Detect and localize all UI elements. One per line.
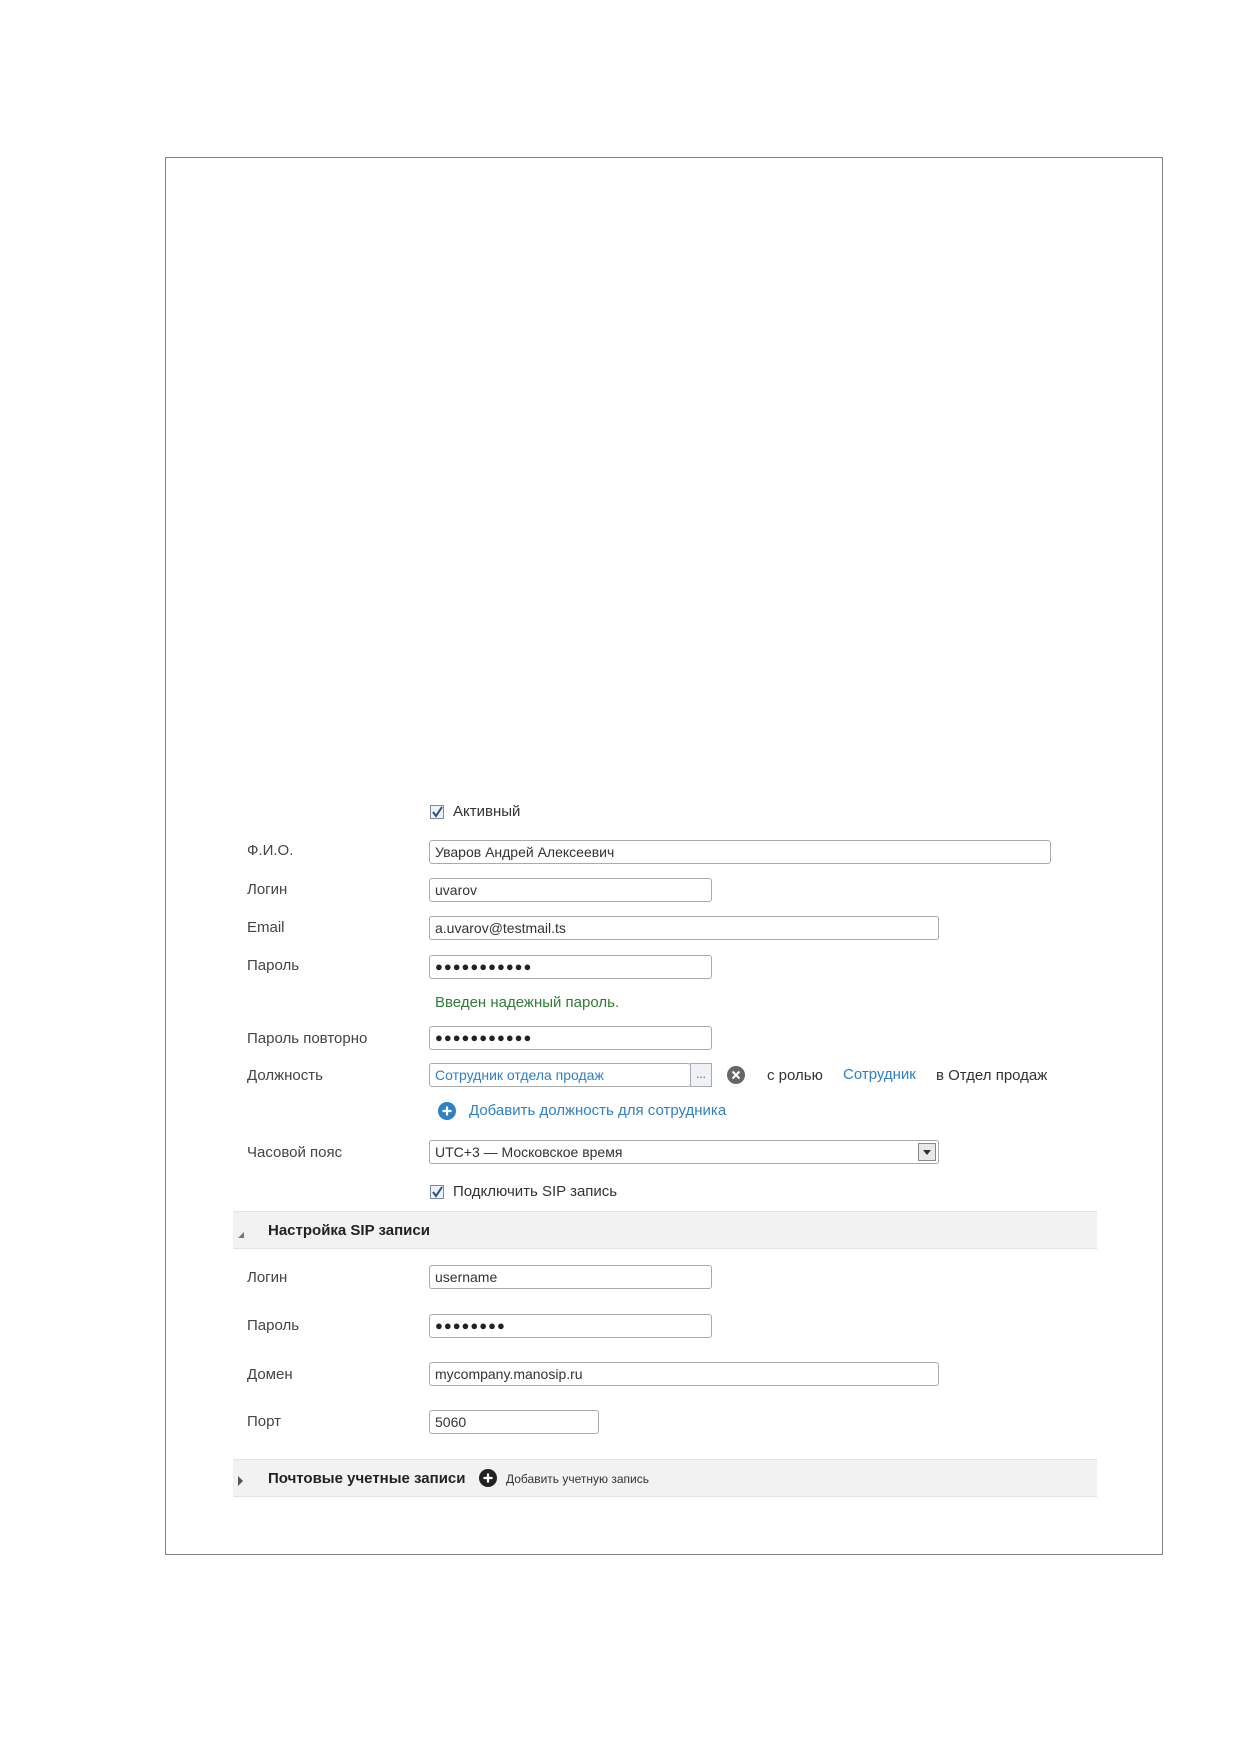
sip-domain-input[interactable]: mycompany.manosip.ru [429,1362,939,1386]
position-label: Должность [247,1067,323,1084]
position-browse-button[interactable]: ... [690,1063,712,1087]
mail-section-header[interactable]: Почтовые учетные записи Добавить учетную… [233,1459,1097,1497]
sip-port-label: Порт [247,1413,282,1430]
checkmark-icon [432,1186,443,1198]
fio-label: Ф.И.О. [247,842,294,859]
add-account-link[interactable]: Добавить учетную запись [506,1472,649,1486]
sip-password-label: Пароль [247,1317,300,1334]
timezone-label: Часовой пояс [247,1144,343,1161]
active-checkbox[interactable] [430,805,444,819]
email-input[interactable]: a.uvarov@testmail.ts [429,916,939,940]
sip-login-input[interactable]: username [429,1265,712,1289]
sip-enable-label: Подключить SIP запись [453,1183,618,1200]
expand-triangle-icon[interactable] [237,1473,245,1486]
password-label: Пароль [247,957,300,974]
sip-password-input[interactable]: ●●●●●●●● [429,1314,712,1338]
login-input[interactable]: uvarov [429,878,712,902]
collapse-triangle-icon[interactable] [237,1226,245,1238]
sip-port-input[interactable]: 5060 [429,1410,599,1434]
role-link[interactable]: Сотрудник [843,1066,916,1083]
password-strength-message: Введен надежный пароль. [435,994,620,1011]
remove-position-icon[interactable] [727,1066,745,1084]
login-label: Логин [247,881,288,898]
fio-input[interactable]: Уваров Андрей Алексеевич [429,840,1051,864]
add-position-icon[interactable] [438,1102,456,1120]
add-position-link[interactable]: Добавить должность для сотрудника [469,1102,726,1119]
position-input[interactable]: Сотрудник отдела продаж [429,1063,691,1087]
add-account-icon[interactable] [479,1469,497,1487]
sip-domain-label: Домен [247,1366,293,1383]
mail-section-title: Почтовые учетные записи [268,1470,466,1487]
checkmark-icon [432,806,443,818]
department-text: в Отдел продаж [936,1067,1048,1084]
timezone-select[interactable]: UTC+3 — Московское время [429,1140,939,1164]
active-label: Активный [453,803,521,820]
password-input[interactable]: ●●●●●●●●●●● [429,955,712,979]
password-repeat-label: Пароль повторно [247,1030,368,1047]
sip-section-header[interactable]: Настройка SIP записи [233,1211,1097,1249]
sip-section-title: Настройка SIP записи [268,1222,430,1239]
role-prefix: с ролью [767,1067,823,1084]
sip-login-label: Логин [247,1269,288,1286]
timezone-value: UTC+3 — Московское время [435,1144,623,1160]
chevron-down-icon[interactable] [918,1143,936,1161]
sip-enable-checkbox[interactable] [430,1185,444,1199]
password-repeat-input[interactable]: ●●●●●●●●●●● [429,1026,712,1050]
email-label: Email [247,919,285,936]
